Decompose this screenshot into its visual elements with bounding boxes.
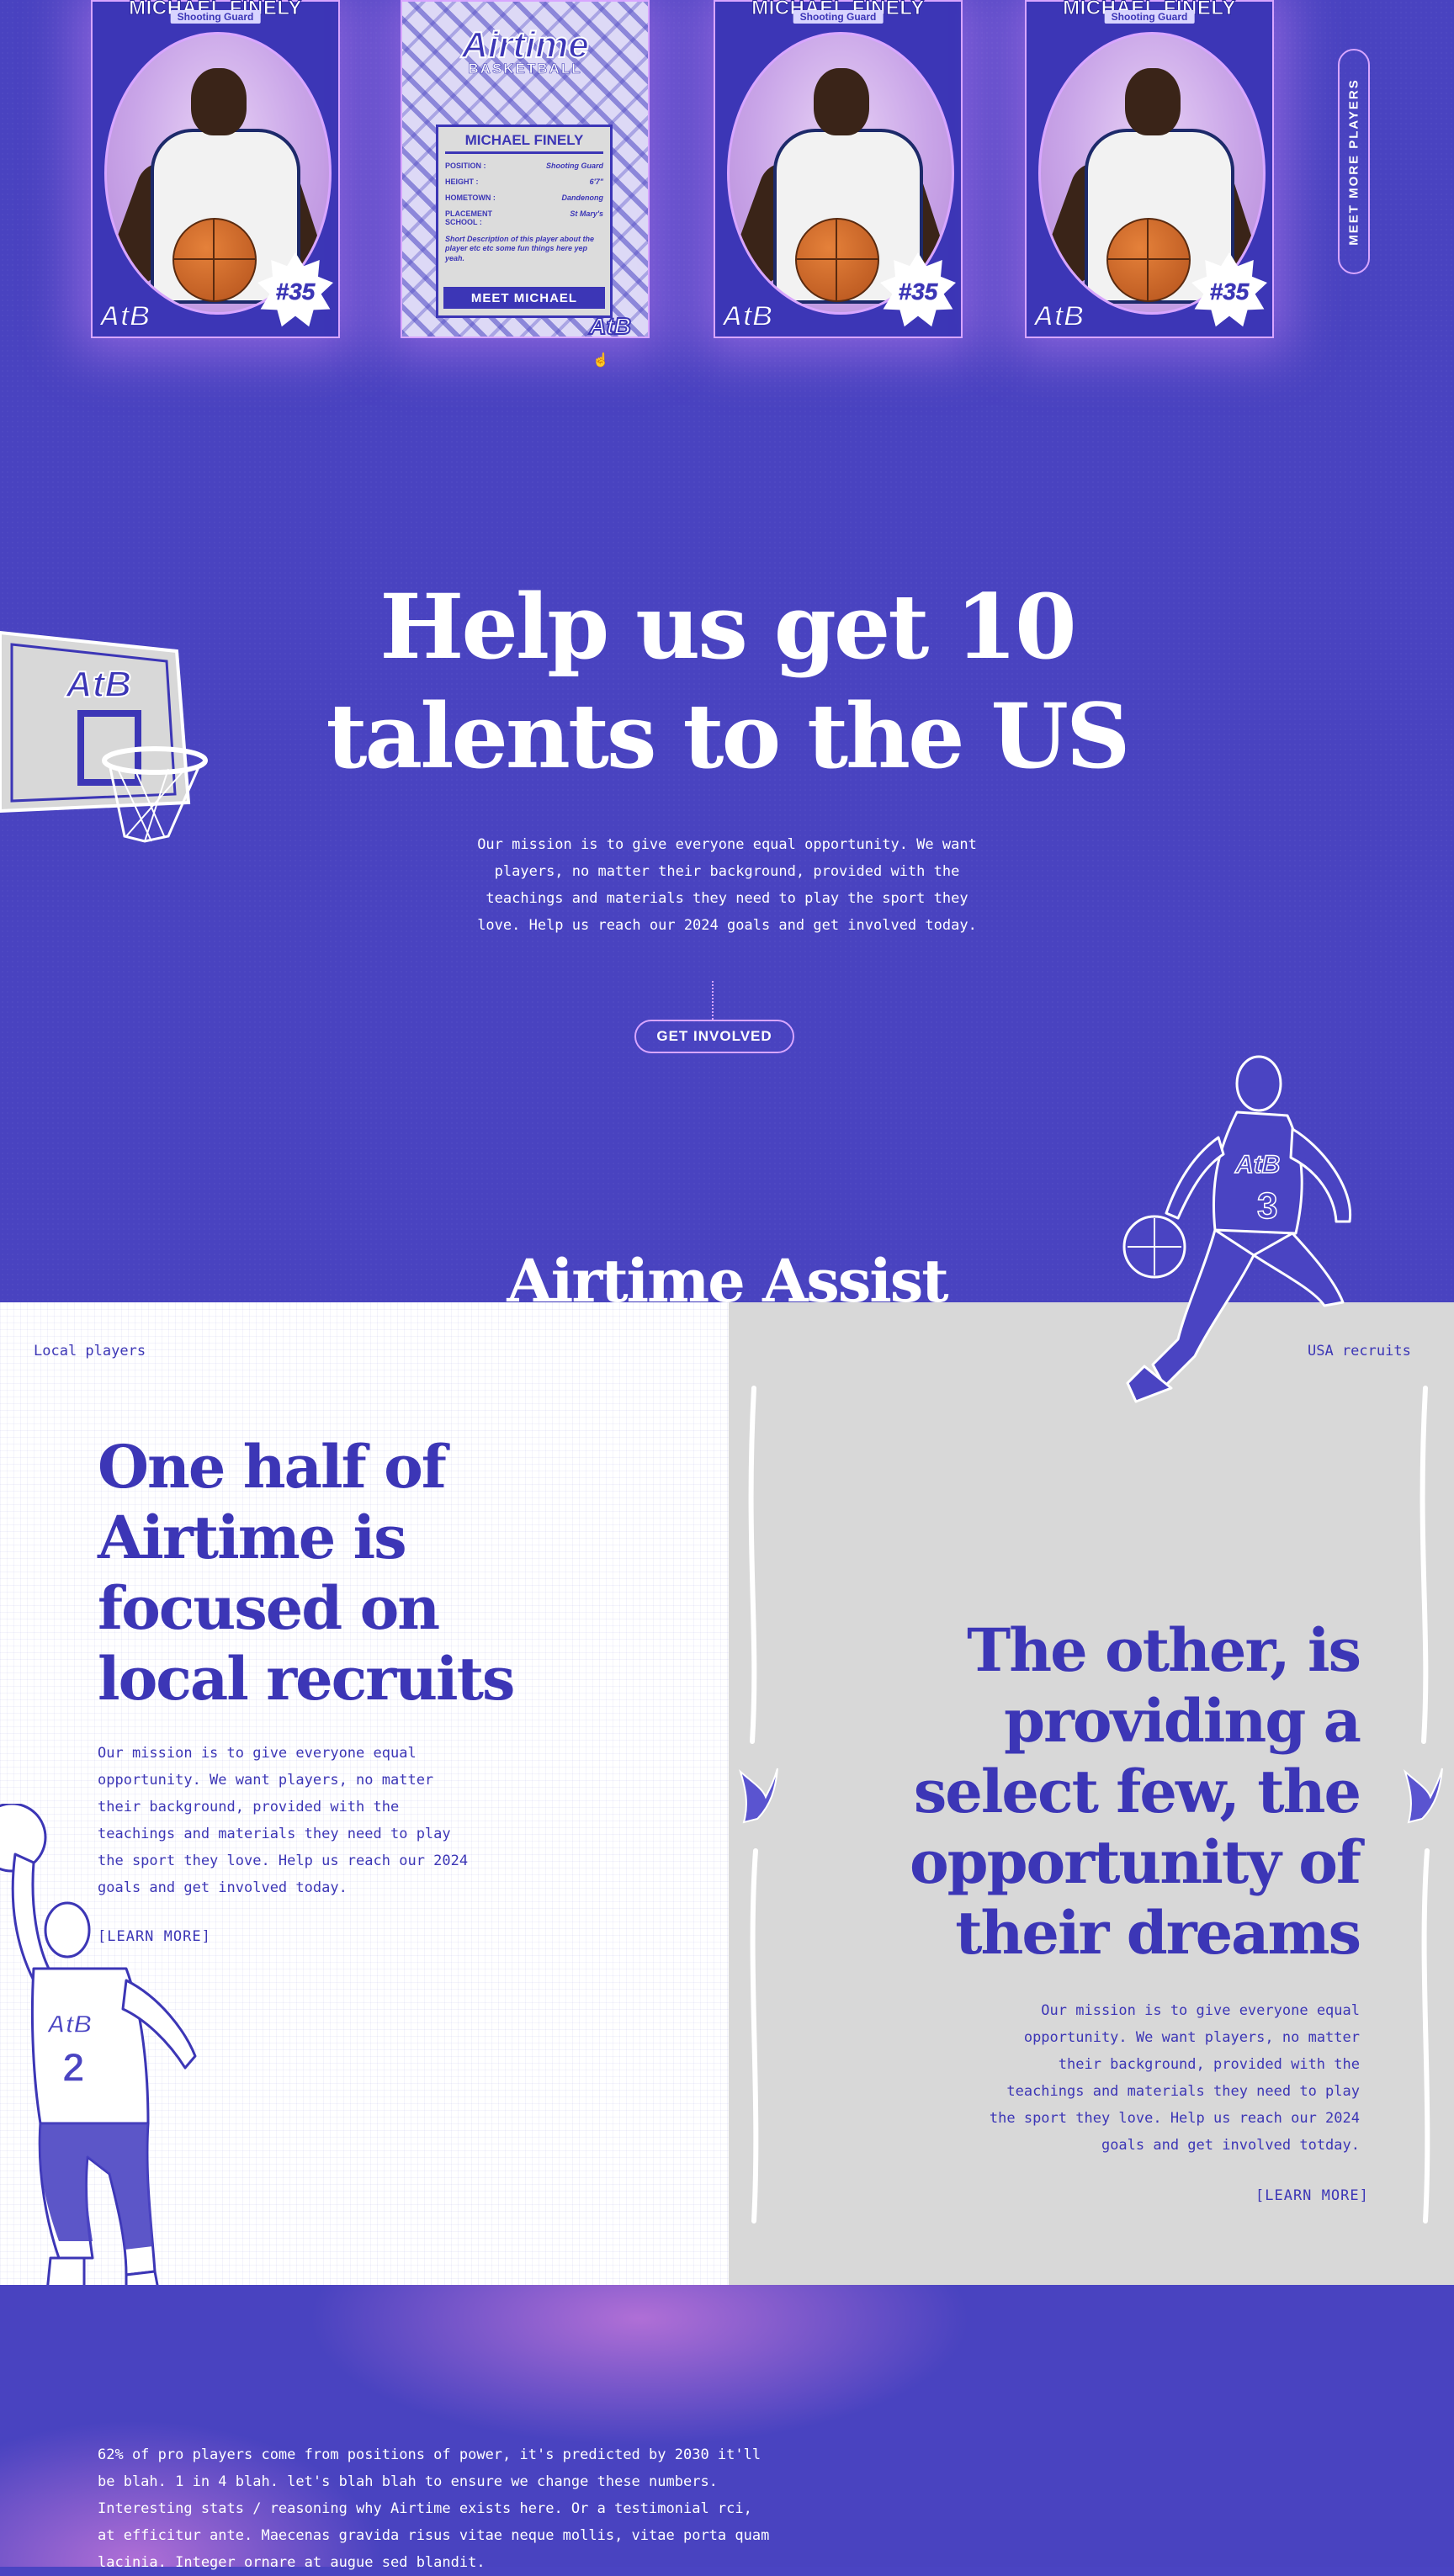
dribbling-player-illustration: AtB 3 (1122, 1055, 1352, 1403)
card-player-position: Shooting Guard (1104, 10, 1195, 24)
player-card[interactable]: MICHAEL FINELY Shooting Guard #35 AtB (91, 0, 340, 338)
dotted-connector (712, 981, 714, 1020)
player-description: Short Description of this player about t… (445, 235, 595, 262)
basketball-wordmark: BASKETBALL (468, 61, 582, 77)
card-player-position: Shooting Guard (170, 10, 261, 24)
usa-heading: The other, is providing a select few, th… (909, 1615, 1361, 1968)
hero-title: Help us get 10 talents to the US (326, 574, 1131, 788)
card-player-position: Shooting Guard (793, 10, 884, 24)
basketball-icon (795, 218, 879, 302)
usa-body-text: Our mission is to give everyone equal op… (989, 2002, 1360, 2154)
local-heading: One half of Airtime is focused on local … (98, 1432, 515, 1714)
hero-mission-text: Our mission is to give everyone equal op… (477, 836, 977, 934)
usa-learn-more-link[interactable]: [LEARN MORE] (1255, 2187, 1369, 2204)
bird-icon (739, 1768, 778, 1824)
atb-logo: AtB (1032, 299, 1085, 333)
jersey-number: 2 (62, 2046, 85, 2091)
stat-placement-school: PLACEMENT SCHOOL : St Mary's (445, 209, 603, 226)
get-involved-button[interactable]: GET INVOLVED (634, 1020, 794, 1053)
player-card-back[interactable]: Airtime BASKETBALL MICHAEL FINELY POSITI… (401, 0, 650, 340)
stat-position: POSITION : Shooting Guard (445, 162, 603, 170)
stat-hometown: HOMETOWN : Dandenong (445, 193, 603, 202)
bird-icon (1404, 1768, 1443, 1824)
atb-logo: AtB (588, 312, 632, 340)
atb-logo: AtB (98, 299, 151, 333)
info-player-name: MICHAEL FINELY (445, 132, 603, 154)
local-players-label: Local players (34, 1343, 146, 1360)
jersey-number: 3 (1257, 1185, 1277, 1227)
pointer-cursor-icon: ☝ (592, 353, 609, 368)
basketball-icon (172, 218, 257, 302)
atb-logo: AtB (721, 299, 773, 333)
basketball-icon (1106, 218, 1191, 302)
jersey-logo: AtB (1234, 1151, 1280, 1179)
meet-more-players-button[interactable]: MEET MORE PLAYERS (1338, 49, 1370, 274)
airtime-logo: Airtime (460, 24, 590, 66)
player-card[interactable]: MICHAEL FINELY Shooting Guard #35 AtB (714, 0, 963, 338)
stats-paragraph: 62% of pro players come from positions o… (98, 2446, 770, 2571)
player-info-panel: MICHAEL FINELY POSITION : Shooting Guard … (436, 125, 613, 318)
jersey-logo: AtB (46, 2011, 92, 2038)
player-card[interactable]: MICHAEL FINELY Shooting Guard #35 AtB (1025, 0, 1274, 338)
stat-height: HEIGHT :6'7" (445, 178, 603, 186)
meet-michael-button[interactable]: MEET MICHAEL (443, 287, 605, 309)
